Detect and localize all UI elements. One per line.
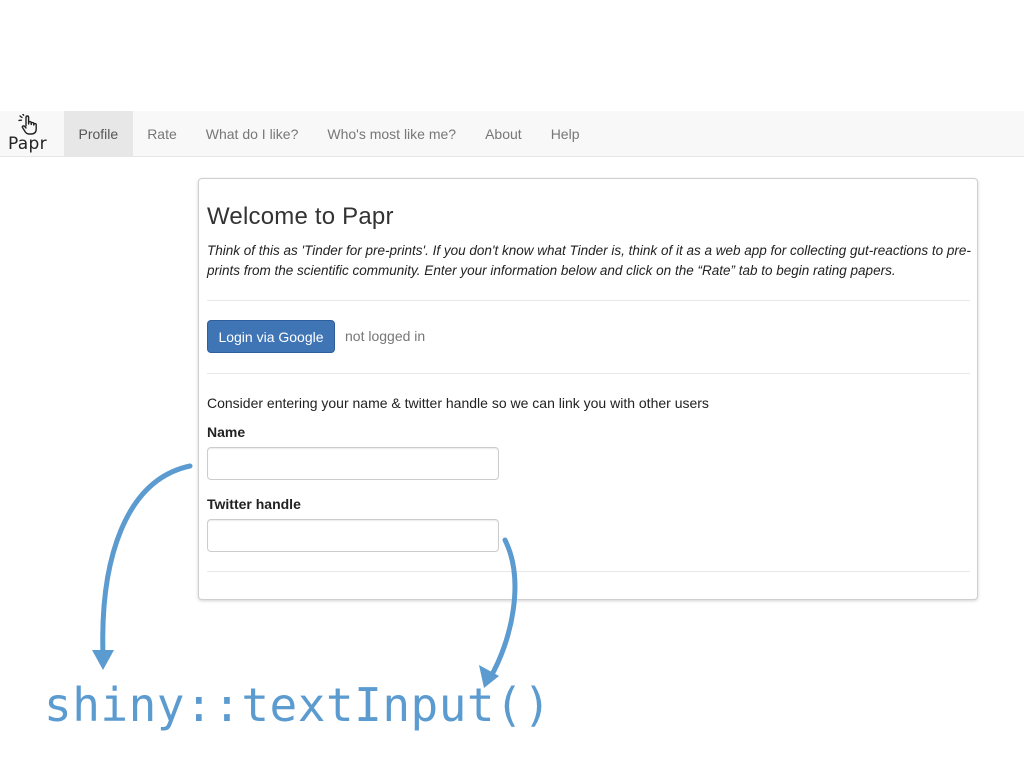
arrowhead-icon (92, 650, 114, 670)
annotation-arrows (92, 463, 518, 688)
slide: Papr Profile Rate What do I like? Who's … (0, 0, 1024, 768)
annotation-label: shiny::textInput() (44, 678, 552, 732)
arrow-to-twitter-field (487, 537, 518, 681)
arrow-to-name-field (100, 463, 193, 658)
